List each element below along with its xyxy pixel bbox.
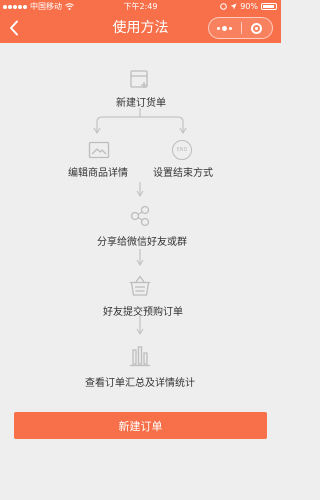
arrow-to-share <box>136 182 144 198</box>
step-share-label: 分享给微信好友或群 <box>97 237 187 248</box>
arrow-to-submit <box>136 249 144 267</box>
new-order-icon <box>130 70 148 88</box>
step-new-order-label: 新建订货单 <box>116 98 166 109</box>
arrow-to-stats <box>136 316 144 336</box>
step-stats-label: 查看订单汇总及详情统计 <box>85 378 195 389</box>
bar-chart-icon <box>130 346 150 367</box>
new-order-button[interactable]: 新建订单 <box>14 412 267 439</box>
branch-connector <box>96 108 184 132</box>
image-edit-icon <box>88 141 110 159</box>
step-edit-details-label: 编辑商品详情 <box>68 168 128 179</box>
end-icon: END <box>172 140 192 160</box>
step-set-end-label: 设置结束方式 <box>153 168 213 179</box>
flow-connectors <box>93 108 187 336</box>
end-icon-text: END <box>176 147 188 153</box>
step-submit-label: 好友提交预购订单 <box>103 307 183 318</box>
share-icon <box>130 205 150 227</box>
basket-icon <box>129 275 151 296</box>
